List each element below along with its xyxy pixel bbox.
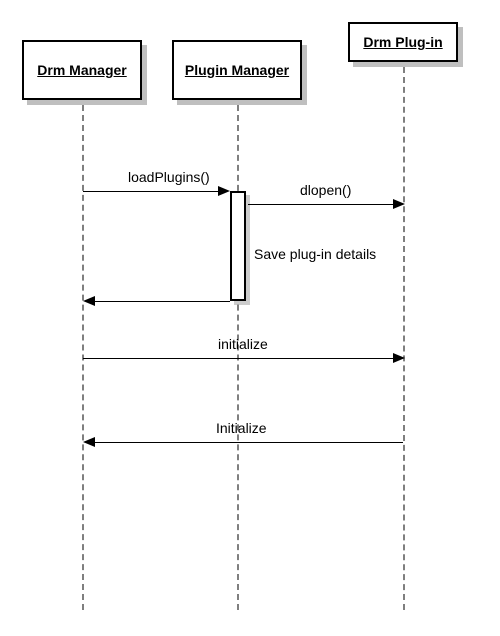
msg-label-dlopen: dlopen() — [300, 182, 351, 198]
participant-label: Drm Plug-in — [363, 34, 442, 50]
msg-line-initialize — [83, 358, 395, 359]
msg-label-loadplugins: loadPlugins() — [128, 169, 210, 185]
msg-line-loadplugins — [83, 191, 220, 192]
arrow-dlopen — [393, 199, 405, 209]
msg-label-initialize: initialize — [218, 336, 268, 352]
participant-drm-plugin: Drm Plug-in — [348, 22, 458, 62]
msg-label-save-details: Save plug-in details — [254, 246, 376, 262]
arrow-loadplugins — [218, 186, 230, 196]
participant-label: Drm Manager — [37, 62, 126, 78]
arrow-initialize-return — [83, 437, 95, 447]
sequence-diagram: Drm Manager Plugin Manager Drm Plug-in l… — [0, 0, 500, 636]
participant-plugin-manager: Plugin Manager — [172, 40, 302, 100]
arrow-return — [83, 296, 95, 306]
msg-line-return — [94, 301, 230, 302]
msg-label-initialize-return: Initialize — [216, 420, 267, 436]
msg-line-dlopen — [248, 204, 395, 205]
arrow-initialize — [393, 353, 405, 363]
msg-line-initialize-return — [94, 442, 403, 443]
participant-drm-manager: Drm Manager — [22, 40, 142, 100]
participant-label: Plugin Manager — [185, 62, 289, 78]
activation-plugin-manager — [230, 191, 246, 301]
lifeline-drm-plugin — [403, 67, 405, 610]
